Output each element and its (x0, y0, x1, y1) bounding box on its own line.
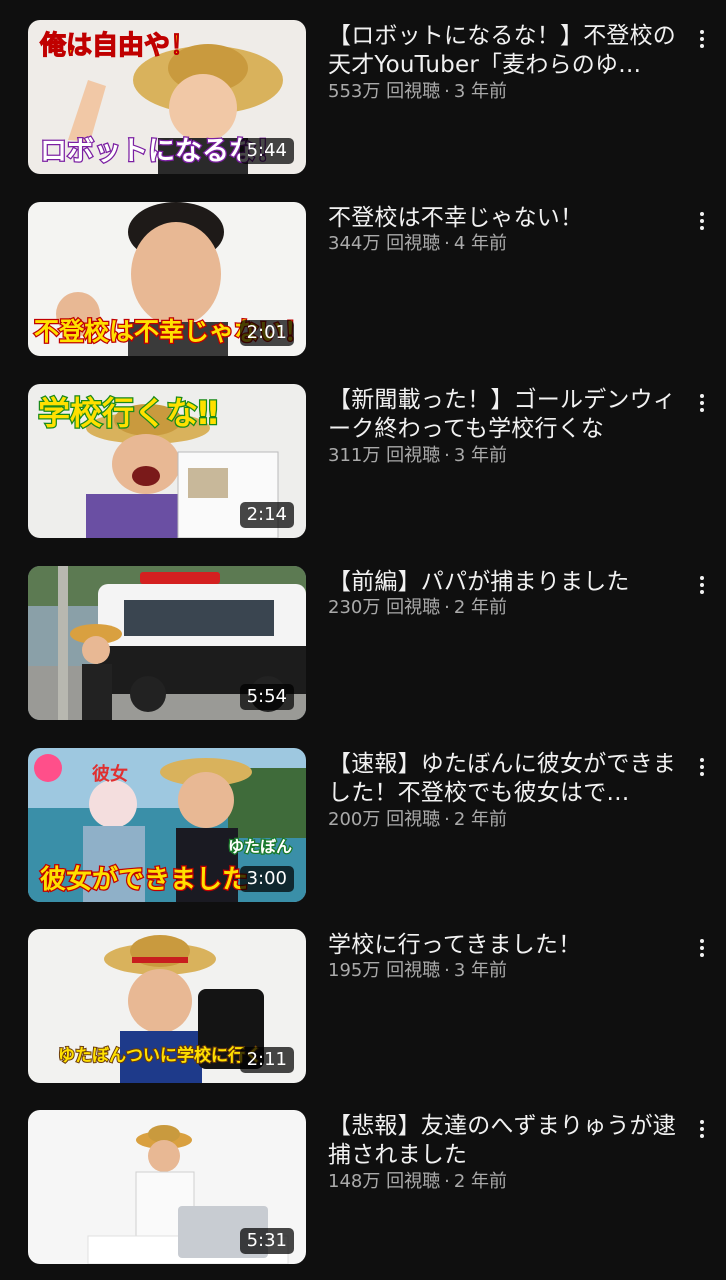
view-count: 311万 回視聴 (328, 445, 441, 466)
thumbnail-caption-bottom: ゆたぼんついに学校に行く (58, 1045, 262, 1066)
upload-age: 2 年前 (453, 1171, 507, 1192)
thumbnail-caption-bottom: 彼女ができました (40, 864, 248, 895)
video-meta: 195万 回視聴 · 3 年前 (328, 959, 507, 983)
video-title[interactable]: 【速報】ゆたぼんに彼女ができました！不登校でも彼女はで… (328, 750, 678, 808)
upload-age: 2 年前 (453, 597, 507, 618)
more-vert-icon[interactable] (690, 1112, 714, 1144)
video-list: 俺は自由や！ ロボットになるな！ 5:44 【ロボットになるな！】不登校の天才Y… (0, 0, 726, 1280)
duration-badge: 5:44 (239, 138, 294, 164)
duration-badge: 5:31 (239, 1228, 294, 1254)
meta-separator: · (444, 1171, 450, 1192)
meta-separator: · (444, 233, 450, 254)
video-meta: 230万 回視聴 · 2 年前 (328, 596, 507, 620)
upload-age: 3 年前 (453, 960, 507, 981)
duration-badge: 2:01 (239, 320, 294, 346)
meta-separator: · (444, 960, 450, 981)
upload-age: 3 年前 (453, 81, 507, 102)
video-title[interactable]: 【前編】パパが捕まりました (328, 568, 678, 597)
meta-separator: · (444, 445, 450, 466)
more-vert-icon[interactable] (690, 750, 714, 782)
video-title[interactable]: 不登校は不幸じゃない！ (328, 204, 678, 233)
more-vert-icon[interactable] (690, 931, 714, 963)
video-item[interactable]: 5:31 【悲報】友達のへずまりゅうが逮捕されました 148万 回視聴 · 2 年前 (0, 1110, 726, 1270)
view-count: 344万 回視聴 (328, 233, 441, 254)
more-vert-icon[interactable] (690, 204, 714, 236)
video-title[interactable]: 【悲報】友達のへずまりゅうが逮捕されました (328, 1112, 678, 1170)
more-vert-icon[interactable] (690, 386, 714, 418)
video-meta: 311万 回視聴 · 3 年前 (328, 444, 507, 468)
thumbnail-caption-top: 彼女 (92, 763, 128, 785)
video-meta: 200万 回視聴 · 2 年前 (328, 808, 507, 832)
video-thumbnail[interactable]: 俺は自由や！ ロボットになるな！ 5:44 (28, 20, 306, 174)
video-thumbnail[interactable]: ゆたぼんついに学校に行く 2:11 (28, 929, 306, 1083)
view-count: 195万 回視聴 (328, 960, 441, 981)
video-thumbnail[interactable]: 5:31 (28, 1110, 306, 1264)
upload-age: 3 年前 (453, 445, 507, 466)
view-count: 200万 回視聴 (328, 809, 441, 830)
meta-separator: · (444, 809, 450, 830)
video-meta: 344万 回視聴 · 4 年前 (328, 232, 507, 256)
more-vert-icon[interactable] (690, 22, 714, 54)
meta-separator: · (444, 81, 450, 102)
video-item[interactable]: 学校行くな‼ 2:14 【新聞載った！】ゴールデンウィーク終わっても学校行くな … (0, 384, 726, 544)
video-item[interactable]: 彼女 ゆたぼん 彼女ができました 3:00 【速報】ゆたぼんに彼女ができました！… (0, 748, 726, 908)
duration-badge: 2:11 (239, 1047, 294, 1073)
video-meta: 553万 回視聴 · 3 年前 (328, 80, 507, 104)
thumbnail-caption-top: 俺は自由や！ (39, 30, 196, 61)
more-vert-icon[interactable] (690, 568, 714, 600)
duration-badge: 3:00 (239, 866, 294, 892)
video-item[interactable]: ゆたぼんついに学校に行く 2:11 学校に行ってきました！ 195万 回視聴 · 3… (0, 929, 726, 1089)
view-count: 553万 回視聴 (328, 81, 441, 102)
video-thumbnail[interactable]: 5:54 (28, 566, 306, 720)
video-item[interactable]: 俺は自由や！ ロボットになるな！ 5:44 【ロボットになるな！】不登校の天才Y… (0, 20, 726, 180)
video-title[interactable]: 学校に行ってきました！ (328, 931, 678, 960)
video-title[interactable]: 【新聞載った！】ゴールデンウィーク終わっても学校行くな (328, 386, 678, 444)
meta-separator: · (444, 597, 450, 618)
video-title[interactable]: 【ロボットになるな！】不登校の天才YouTuber「麦わらのゆ… (328, 22, 678, 80)
video-meta: 148万 回視聴 · 2 年前 (328, 1170, 507, 1194)
thumbnail-channel-badge: ゆたぼん (228, 837, 292, 856)
view-count: 230万 回視聴 (328, 597, 441, 618)
duration-badge: 5:54 (239, 684, 294, 710)
video-thumbnail[interactable]: 学校行くな‼ 2:14 (28, 384, 306, 538)
video-item[interactable]: 不登校は不幸じゃない！ 2:01 不登校は不幸じゃない！ 344万 回視聴 · 4 … (0, 202, 726, 362)
video-thumbnail[interactable]: 彼女 ゆたぼん 彼女ができました 3:00 (28, 748, 306, 902)
upload-age: 4 年前 (453, 233, 507, 254)
upload-age: 2 年前 (453, 809, 507, 830)
view-count: 148万 回視聴 (328, 1171, 441, 1192)
duration-badge: 2:14 (239, 502, 294, 528)
video-thumbnail[interactable]: 不登校は不幸じゃない！ 2:01 (28, 202, 306, 356)
thumbnail-caption-top: 学校行くな‼ (38, 394, 218, 432)
video-item[interactable]: 5:54 【前編】パパが捕まりました 230万 回視聴 · 2 年前 (0, 566, 726, 726)
